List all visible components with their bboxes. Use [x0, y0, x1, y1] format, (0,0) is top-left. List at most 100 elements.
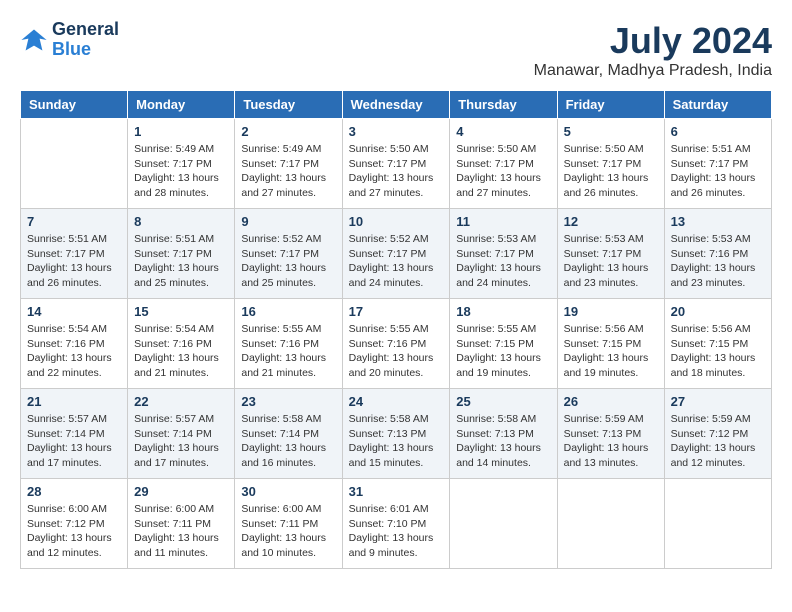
daylight: Daylight: 13 hours and 25 minutes. — [134, 262, 219, 289]
sunset: Sunset: 7:17 PM — [134, 158, 212, 170]
calendar-cell: 3 Sunrise: 5:50 AM Sunset: 7:17 PM Dayli… — [342, 119, 450, 209]
day-info: Sunrise: 5:57 AM Sunset: 7:14 PM Dayligh… — [27, 412, 121, 471]
day-info: Sunrise: 5:55 AM Sunset: 7:16 PM Dayligh… — [241, 322, 335, 381]
daylight: Daylight: 13 hours and 19 minutes. — [564, 352, 649, 379]
calendar-cell: 23 Sunrise: 5:58 AM Sunset: 7:14 PM Dayl… — [235, 389, 342, 479]
sunset: Sunset: 7:16 PM — [27, 338, 105, 350]
day-info: Sunrise: 6:00 AM Sunset: 7:12 PM Dayligh… — [27, 502, 121, 561]
calendar-week-5: 28 Sunrise: 6:00 AM Sunset: 7:12 PM Dayl… — [21, 479, 772, 569]
daylight: Daylight: 13 hours and 26 minutes. — [564, 172, 649, 199]
calendar-week-3: 14 Sunrise: 5:54 AM Sunset: 7:16 PM Dayl… — [21, 299, 772, 389]
sunset: Sunset: 7:16 PM — [241, 338, 319, 350]
sunrise: Sunrise: 5:58 AM — [241, 413, 321, 425]
day-number: 26 — [564, 394, 658, 409]
calendar-cell: 19 Sunrise: 5:56 AM Sunset: 7:15 PM Dayl… — [557, 299, 664, 389]
sunrise: Sunrise: 5:51 AM — [671, 143, 751, 155]
day-info: Sunrise: 5:57 AM Sunset: 7:14 PM Dayligh… — [134, 412, 228, 471]
sunset: Sunset: 7:16 PM — [671, 248, 749, 260]
calendar-cell: 31 Sunrise: 6:01 AM Sunset: 7:10 PM Dayl… — [342, 479, 450, 569]
sunset: Sunset: 7:17 PM — [27, 248, 105, 260]
logo-icon — [20, 26, 48, 54]
day-number: 14 — [27, 304, 121, 319]
sunset: Sunset: 7:17 PM — [564, 158, 642, 170]
day-info: Sunrise: 6:01 AM Sunset: 7:10 PM Dayligh… — [349, 502, 444, 561]
day-info: Sunrise: 5:50 AM Sunset: 7:17 PM Dayligh… — [456, 142, 550, 201]
day-number: 3 — [349, 124, 444, 139]
daylight: Daylight: 13 hours and 20 minutes. — [349, 352, 434, 379]
sunset: Sunset: 7:16 PM — [134, 338, 212, 350]
day-number: 17 — [349, 304, 444, 319]
calendar-cell: 26 Sunrise: 5:59 AM Sunset: 7:13 PM Dayl… — [557, 389, 664, 479]
calendar-cell: 22 Sunrise: 5:57 AM Sunset: 7:14 PM Dayl… — [128, 389, 235, 479]
day-number: 11 — [456, 214, 550, 229]
day-number: 12 — [564, 214, 658, 229]
sunrise: Sunrise: 5:49 AM — [241, 143, 321, 155]
sunrise: Sunrise: 5:55 AM — [241, 323, 321, 335]
day-info: Sunrise: 5:59 AM Sunset: 7:13 PM Dayligh… — [564, 412, 658, 471]
sunset: Sunset: 7:15 PM — [456, 338, 534, 350]
day-number: 27 — [671, 394, 765, 409]
daylight: Daylight: 13 hours and 27 minutes. — [456, 172, 541, 199]
day-info: Sunrise: 5:54 AM Sunset: 7:16 PM Dayligh… — [134, 322, 228, 381]
sunrise: Sunrise: 5:59 AM — [564, 413, 644, 425]
day-info: Sunrise: 5:51 AM Sunset: 7:17 PM Dayligh… — [671, 142, 765, 201]
calendar-cell: 4 Sunrise: 5:50 AM Sunset: 7:17 PM Dayli… — [450, 119, 557, 209]
day-info: Sunrise: 5:53 AM Sunset: 7:17 PM Dayligh… — [564, 232, 658, 291]
calendar-cell: 11 Sunrise: 5:53 AM Sunset: 7:17 PM Dayl… — [450, 209, 557, 299]
day-info: Sunrise: 5:51 AM Sunset: 7:17 PM Dayligh… — [27, 232, 121, 291]
day-header-wednesday: Wednesday — [342, 91, 450, 119]
day-info: Sunrise: 5:53 AM Sunset: 7:17 PM Dayligh… — [456, 232, 550, 291]
calendar-cell: 27 Sunrise: 5:59 AM Sunset: 7:12 PM Dayl… — [664, 389, 771, 479]
daylight: Daylight: 13 hours and 24 minutes. — [456, 262, 541, 289]
day-info: Sunrise: 5:49 AM Sunset: 7:17 PM Dayligh… — [241, 142, 335, 201]
sunset: Sunset: 7:13 PM — [564, 428, 642, 440]
sunrise: Sunrise: 5:51 AM — [27, 233, 107, 245]
sunset: Sunset: 7:12 PM — [27, 518, 105, 530]
sunset: Sunset: 7:17 PM — [241, 248, 319, 260]
sunrise: Sunrise: 5:55 AM — [456, 323, 536, 335]
daylight: Daylight: 13 hours and 27 minutes. — [241, 172, 326, 199]
sunset: Sunset: 7:11 PM — [241, 518, 318, 530]
day-info: Sunrise: 5:59 AM Sunset: 7:12 PM Dayligh… — [671, 412, 765, 471]
daylight: Daylight: 13 hours and 13 minutes. — [564, 442, 649, 469]
day-number: 10 — [349, 214, 444, 229]
day-info: Sunrise: 6:00 AM Sunset: 7:11 PM Dayligh… — [241, 502, 335, 561]
day-number: 23 — [241, 394, 335, 409]
sunset: Sunset: 7:17 PM — [456, 248, 534, 260]
day-info: Sunrise: 5:56 AM Sunset: 7:15 PM Dayligh… — [564, 322, 658, 381]
day-number: 24 — [349, 394, 444, 409]
calendar-cell: 6 Sunrise: 5:51 AM Sunset: 7:17 PM Dayli… — [664, 119, 771, 209]
day-info: Sunrise: 5:55 AM Sunset: 7:16 PM Dayligh… — [349, 322, 444, 381]
day-number: 5 — [564, 124, 658, 139]
sunrise: Sunrise: 6:01 AM — [349, 503, 429, 515]
daylight: Daylight: 13 hours and 9 minutes. — [349, 532, 434, 559]
page-header: General Blue July 2024 Manawar, Madhya P… — [20, 20, 772, 80]
day-header-monday: Monday — [128, 91, 235, 119]
calendar-cell: 5 Sunrise: 5:50 AM Sunset: 7:17 PM Dayli… — [557, 119, 664, 209]
calendar-table: SundayMondayTuesdayWednesdayThursdayFrid… — [20, 90, 772, 569]
daylight: Daylight: 13 hours and 11 minutes. — [134, 532, 219, 559]
sunrise: Sunrise: 5:49 AM — [134, 143, 214, 155]
sunrise: Sunrise: 5:57 AM — [134, 413, 214, 425]
daylight: Daylight: 13 hours and 26 minutes. — [671, 172, 756, 199]
sunrise: Sunrise: 5:51 AM — [134, 233, 214, 245]
daylight: Daylight: 13 hours and 16 minutes. — [241, 442, 326, 469]
calendar-week-1: 1 Sunrise: 5:49 AM Sunset: 7:17 PM Dayli… — [21, 119, 772, 209]
sunrise: Sunrise: 5:57 AM — [27, 413, 107, 425]
daylight: Daylight: 13 hours and 26 minutes. — [27, 262, 112, 289]
sunrise: Sunrise: 6:00 AM — [27, 503, 107, 515]
day-number: 30 — [241, 484, 335, 499]
logo-text: General Blue — [52, 20, 119, 60]
day-info: Sunrise: 5:53 AM Sunset: 7:16 PM Dayligh… — [671, 232, 765, 291]
calendar-cell: 9 Sunrise: 5:52 AM Sunset: 7:17 PM Dayli… — [235, 209, 342, 299]
day-info: Sunrise: 5:54 AM Sunset: 7:16 PM Dayligh… — [27, 322, 121, 381]
sunrise: Sunrise: 5:50 AM — [456, 143, 536, 155]
day-header-tuesday: Tuesday — [235, 91, 342, 119]
calendar-cell: 20 Sunrise: 5:56 AM Sunset: 7:15 PM Dayl… — [664, 299, 771, 389]
sunset: Sunset: 7:13 PM — [349, 428, 427, 440]
calendar-cell — [557, 479, 664, 569]
sunrise: Sunrise: 5:54 AM — [134, 323, 214, 335]
day-number: 8 — [134, 214, 228, 229]
sunset: Sunset: 7:11 PM — [134, 518, 211, 530]
calendar-cell: 7 Sunrise: 5:51 AM Sunset: 7:17 PM Dayli… — [21, 209, 128, 299]
